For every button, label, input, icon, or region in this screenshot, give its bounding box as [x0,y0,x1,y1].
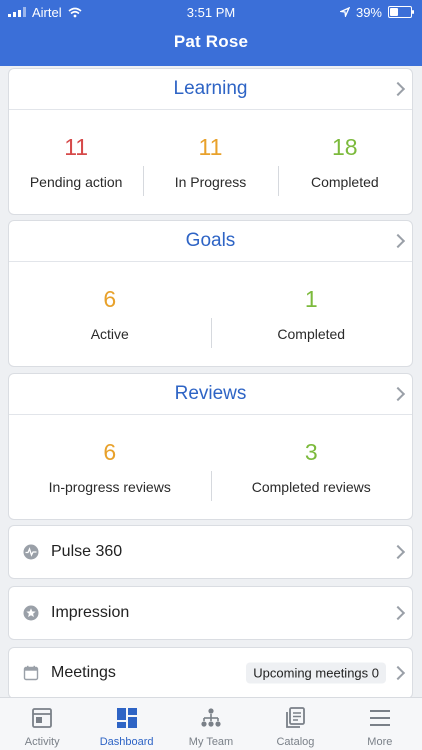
dashboard-icon [116,708,137,728]
impression-row[interactable]: Impression [8,586,413,640]
calendar-icon [23,665,39,681]
stat-value: 1 [304,286,318,312]
chevron-right-icon [390,386,406,402]
star-icon [23,605,39,621]
tab-my-team[interactable]: My Team [169,698,253,750]
stat-in-progress-reviews[interactable]: 6 In-progress reviews [9,415,211,519]
stat-value: 11 [64,134,89,160]
stat-completed-reviews[interactable]: 3 Completed reviews [210,415,413,519]
stat-active[interactable]: 6 Active [9,262,211,366]
activity-icon [32,708,53,728]
page-title: Pat Rose [173,32,249,51]
stat-label: In-progress reviews [48,479,171,495]
stat-label: Active [90,326,129,342]
chevron-right-icon [390,605,406,621]
stat-label: In Progress [174,174,247,190]
row-label: Meetings [51,664,116,681]
battery-percent: 39% [355,4,382,20]
top-bar: Airtel 3:51 PM 39% Pat Rose [0,0,422,66]
stat-value: 6 [103,439,117,465]
menu-icon [369,710,390,726]
stat-value: 6 [103,286,117,312]
tab-dashboard[interactable]: Dashboard [84,698,168,750]
stat-in-progress[interactable]: 11 In Progress [143,110,277,214]
pulse-icon [23,544,39,560]
team-icon [201,708,221,727]
battery-icon [388,6,414,18]
tab-label: More [367,736,393,748]
location-icon [339,7,350,17]
stat-pending-action[interactable]: 11 Pending action [9,110,143,214]
learning-header[interactable]: Learning [9,69,412,110]
stat-value: 11 [198,134,223,160]
meetings-row[interactable]: Meetings Upcoming meetings 0 [8,647,413,699]
tab-label: Dashboard [99,736,154,748]
row-label: Pulse 360 [51,543,123,560]
reviews-title: Reviews [174,383,247,404]
stat-completed[interactable]: 1 Completed [210,262,413,366]
tab-catalog[interactable]: Catalog [253,698,337,750]
tab-activity[interactable]: Activity [0,698,84,750]
stat-label: Completed reviews [251,479,371,495]
stat-label: Completed [310,174,379,190]
catalog-icon [286,707,306,728]
stat-value: 3 [304,439,318,465]
stat-value: 18 [332,134,358,160]
reviews-card: Reviews 6 In-progress reviews 3 Complete… [8,373,413,520]
pulse-360-row[interactable]: Pulse 360 [8,525,413,579]
chevron-right-icon [390,81,406,97]
tab-more[interactable]: More [338,698,422,750]
goals-title: Goals [185,230,236,251]
tab-bar: Activity Dashboard My Team Catalog More [0,697,422,750]
chevron-right-icon [390,544,406,560]
learning-title: Learning [173,78,248,99]
goals-card: Goals 6 Active 1 Completed [8,220,413,367]
learning-card: Learning 11 Pending action 11 In Progres… [8,68,413,215]
stat-label: Pending action [29,174,123,190]
stat-completed[interactable]: 18 Completed [277,110,412,214]
stat-label: Completed [277,326,346,342]
upcoming-meetings-badge: Upcoming meetings 0 [246,662,386,684]
chevron-right-icon [390,233,406,249]
tab-label: Activity [24,736,60,748]
tab-label: Catalog [276,736,315,748]
tab-label: My Team [188,736,234,748]
reviews-header[interactable]: Reviews [9,374,412,415]
status-bar: Airtel 3:51 PM 39% [0,4,422,20]
chevron-right-icon [390,665,406,681]
row-label: Impression [51,604,130,621]
goals-header[interactable]: Goals [9,221,412,262]
